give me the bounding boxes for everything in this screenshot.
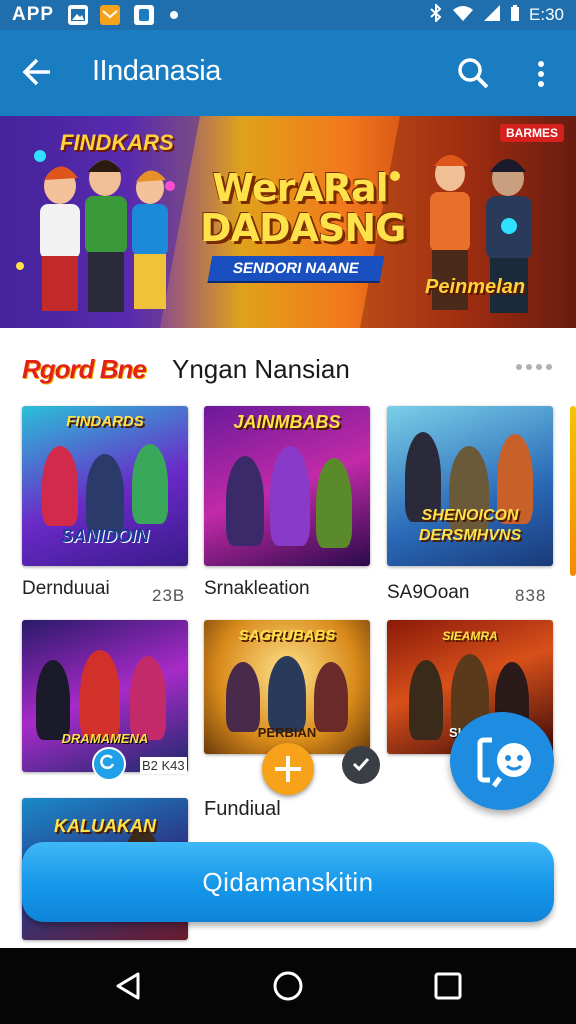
small-tag: B2 K43: [140, 757, 187, 774]
character-art: [226, 662, 260, 732]
nav-recents-icon: [434, 972, 462, 1000]
section-title: Yngan Nansian: [172, 354, 350, 384]
game-name-1: Dernduuai: [22, 578, 110, 599]
dot-icon: [526, 364, 532, 370]
character-art: [314, 662, 348, 732]
game-count-3: 838: [515, 586, 547, 605]
banner-badge: BARMES: [500, 124, 565, 142]
play-badge-button[interactable]: [92, 747, 126, 781]
banner-title-line-1: WerARal: [212, 166, 388, 210]
banner-title-line-2: DADASNG: [200, 206, 406, 250]
system-nav-bar: [0, 948, 576, 1024]
tile-title: FINDARDS: [66, 413, 144, 430]
game-count-1: 23B: [152, 586, 186, 605]
nav-recents-button[interactable]: [428, 966, 468, 1006]
primary-action-button[interactable]: Qidamanskitin: [22, 842, 554, 922]
more-options-button[interactable]: [526, 54, 556, 94]
character-art: [80, 650, 120, 740]
character-art: [270, 446, 310, 546]
character-art: [36, 660, 70, 740]
gallery-icon: [68, 5, 88, 25]
notification-dot-icon: [170, 11, 178, 19]
share-button[interactable]: [342, 746, 380, 784]
back-arrow-icon: [22, 58, 50, 86]
tile-subtitle: SHENOICON DERSMHVNS: [418, 507, 522, 544]
game-tile-3[interactable]: SHENOICON DERSMHVNS: [387, 406, 553, 566]
bluetooth-icon: [429, 2, 443, 27]
dot-icon: [536, 364, 542, 370]
tile-title: JAINMBABS: [233, 412, 341, 432]
back-button[interactable]: [18, 52, 58, 92]
app-icon: [134, 5, 154, 25]
status-time: E:30: [529, 5, 564, 24]
chat-icon: [477, 737, 531, 788]
dot-icon: [516, 364, 522, 370]
nav-home-icon: [273, 971, 303, 1001]
character-art: [42, 446, 78, 526]
status-bar: APP E:30: [0, 0, 576, 30]
search-icon: [458, 58, 489, 89]
section-header: Rgord Bne Yngan Nansian: [0, 330, 576, 400]
tile-title: SIEAMRA: [442, 629, 498, 643]
game-tile-2[interactable]: JAINMBABS: [204, 406, 370, 566]
section-accent-label: Rgord Bne: [22, 354, 147, 384]
nav-back-icon: [116, 972, 140, 1000]
status-indicators: E:30: [429, 2, 564, 27]
more-vertical-icon: [538, 61, 544, 87]
banner-right-title: Peinmelan: [425, 276, 526, 298]
status-app-label: APP: [12, 4, 55, 25]
game-name-3: SA9Ooan: [387, 582, 470, 603]
check-arrow-icon: [352, 757, 370, 772]
section-more-button[interactable]: [516, 364, 554, 374]
character-art: [132, 444, 168, 524]
tile-subtitle: SANIDOIN: [60, 526, 149, 546]
signal-icon: [483, 4, 501, 27]
dot-icon: [546, 364, 552, 370]
character-art: [316, 458, 352, 548]
tile-title: SAGRUBABS: [238, 627, 336, 644]
mail-icon: [100, 5, 120, 25]
app-bar: IIndanasia: [0, 30, 576, 116]
battery-icon: [510, 4, 520, 27]
banner-left-title: FINDKARS: [60, 130, 174, 155]
game-tile-1[interactable]: FINDARDS SANIDOIN: [22, 406, 188, 566]
game-name-5: Fundiual: [204, 798, 281, 820]
game-tile-5[interactable]: SAGRUBABS PERBIAN: [204, 620, 370, 754]
tile-subtitle: PERBIAN: [257, 725, 317, 740]
featured-banner[interactable]: FINDKARS WerARal DADASNG SENDORI NAANE B…: [0, 116, 576, 328]
wifi-icon: [452, 4, 474, 27]
character-art: [86, 454, 124, 534]
search-button[interactable]: [452, 52, 494, 94]
tile-subtitle: DRAMAMENA: [61, 731, 149, 746]
character-art: [268, 656, 306, 732]
banner-title: WerARal DADASNG: [200, 166, 406, 250]
nav-home-button[interactable]: [268, 966, 308, 1006]
banner-subtitle: SENDORI NAANE: [207, 256, 385, 281]
plus-icon: [275, 756, 301, 782]
character-art: [130, 656, 166, 740]
nav-back-button[interactable]: [108, 966, 148, 1006]
scroll-hint-strip: [570, 406, 576, 576]
refresh-icon: [100, 754, 115, 770]
page-title: IIndanasia: [92, 55, 221, 87]
game-name-2: Srnakleation: [204, 578, 310, 599]
tile-title: KALUAKAN: [54, 816, 156, 836]
add-button[interactable]: [262, 743, 314, 795]
character-art: [226, 456, 264, 546]
chat-button[interactable]: [450, 712, 554, 810]
